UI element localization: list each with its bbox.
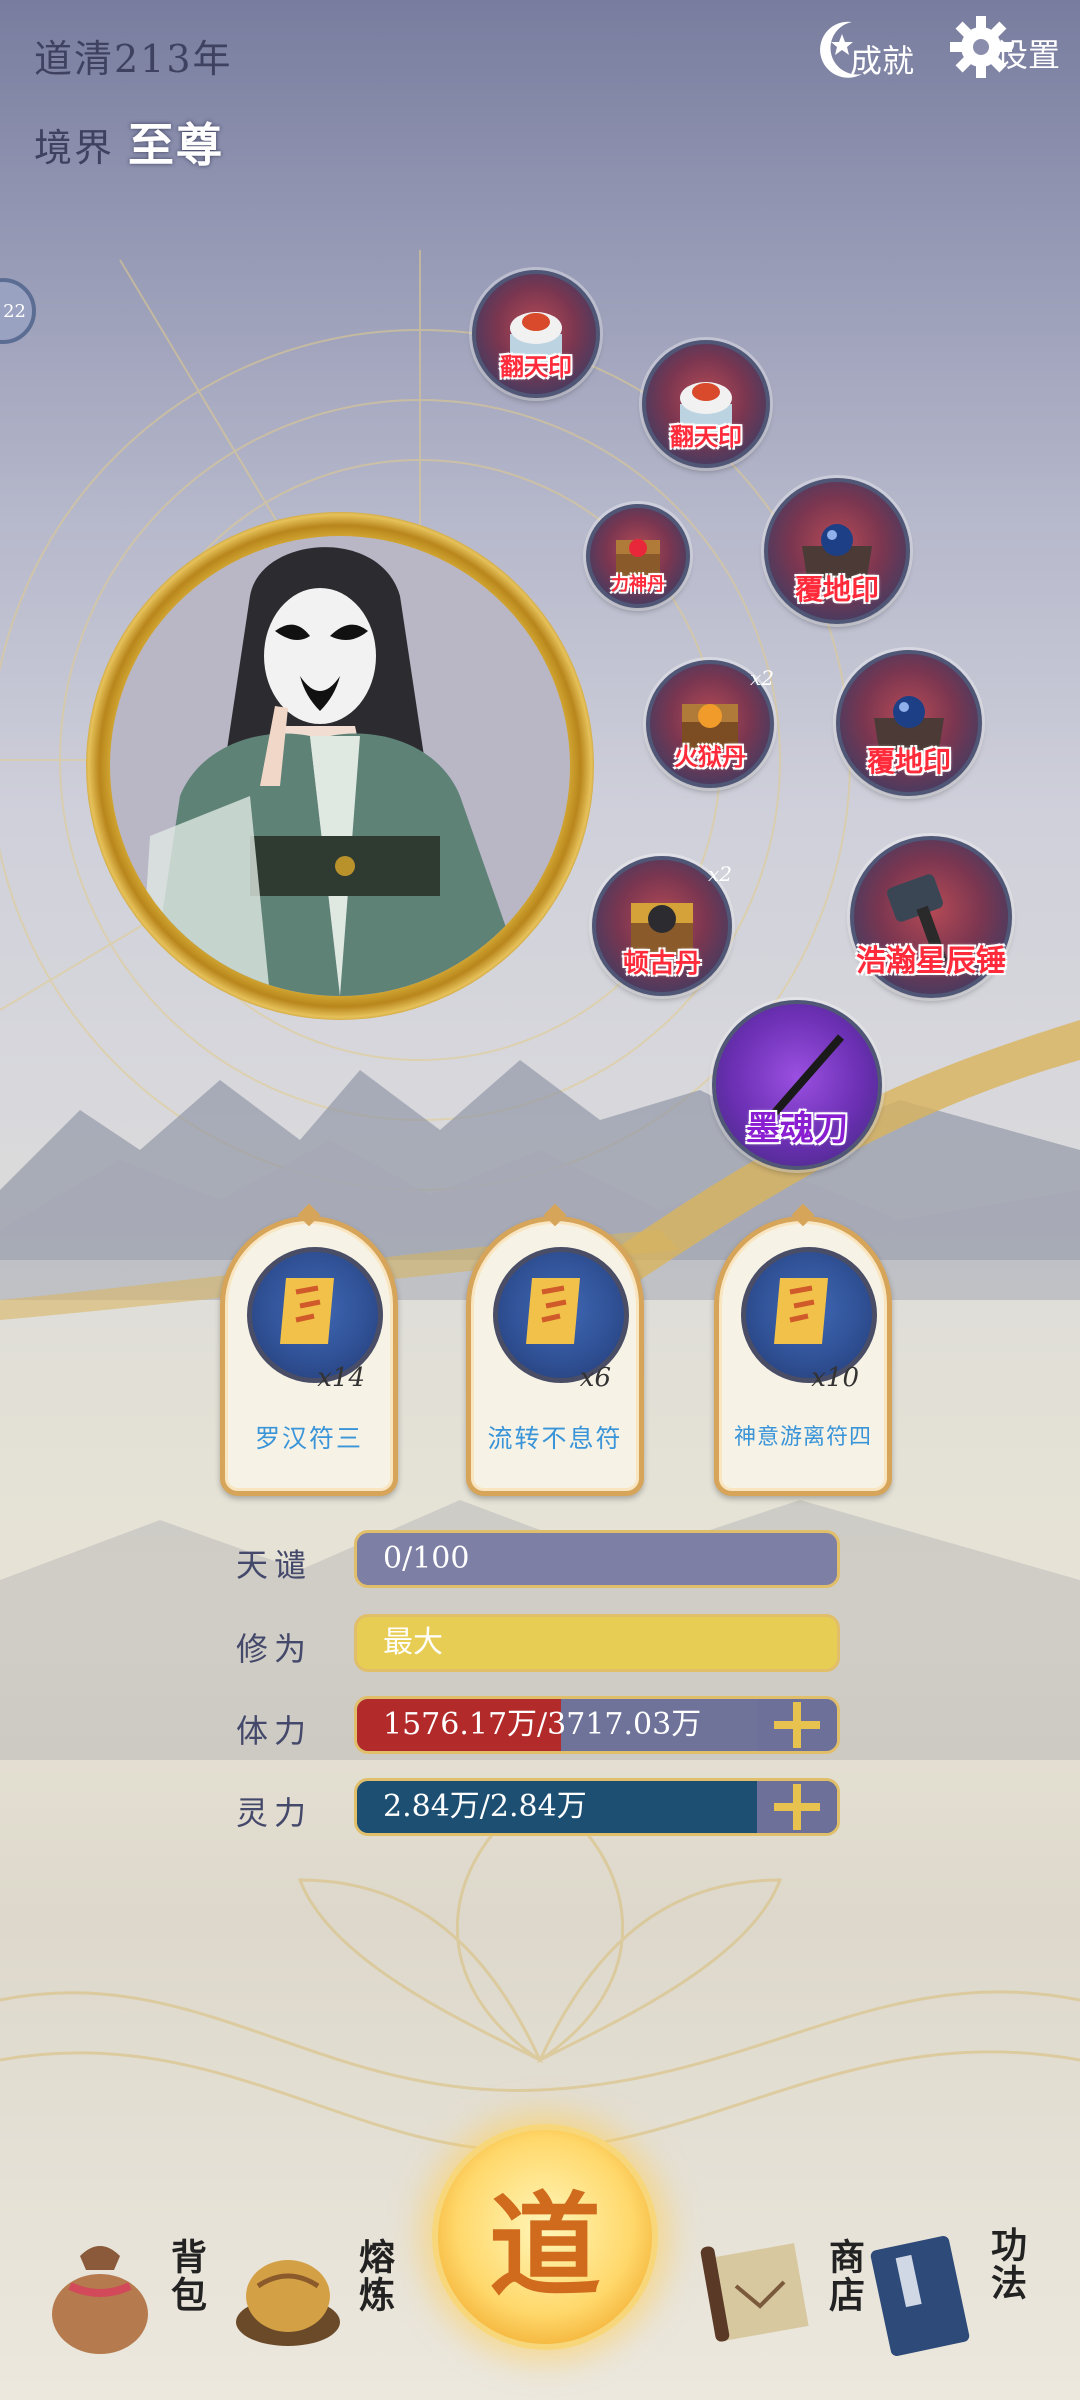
equipment-item-fantian-seal-2[interactable]: 翻天印	[642, 340, 770, 468]
realm-row: 境界 至尊	[34, 109, 233, 175]
tili-bar: 1576.17万/3717.03万	[354, 1696, 840, 1754]
equipment-label: 覆地印	[866, 745, 951, 778]
talisman-card-1[interactable]: x14 罗汉符三	[220, 1203, 398, 1496]
equipment-item-huoyu-pill[interactable]: x2 火狱丹	[646, 660, 774, 788]
equipment-item-dungu-pill[interactable]: x2 顿古丹	[592, 856, 732, 996]
character-figure	[110, 536, 570, 996]
equipment-label: 覆地印	[794, 573, 879, 606]
equipment-item-mohun-blade[interactable]: 墨魂刀	[712, 1000, 882, 1170]
equipment-item-star-hammer[interactable]: 浩瀚星辰锤	[850, 836, 1012, 998]
equipment-label: 顿古丹	[622, 949, 701, 979]
nav-bag[interactable]: 背包	[40, 2226, 212, 2356]
nav-skills-label: 功法	[985, 2226, 1027, 2302]
item-count: x2	[749, 666, 774, 690]
dao-label: 道	[489, 2181, 601, 2312]
nav-refine[interactable]: 熔炼	[228, 2226, 400, 2356]
talisman-card-2[interactable]: x6 流转不息符	[466, 1203, 644, 1496]
achievements-label: 成就	[850, 42, 915, 80]
dao-button[interactable]: 道	[432, 2124, 658, 2350]
realm-value: 至尊	[128, 118, 225, 172]
nav-skills[interactable]: 功法	[860, 2226, 1032, 2356]
scroll-icon	[280, 1278, 334, 1344]
settings-button[interactable]: 设置	[948, 14, 1060, 80]
stat-label-xiuwei: 修为	[236, 1630, 313, 1668]
plus-icon	[774, 1784, 820, 1830]
talisman-card-3[interactable]: x10 神意游离符四	[714, 1203, 892, 1496]
equipment-label: 力神丹	[611, 574, 665, 595]
achievements-button[interactable]: 成就	[812, 14, 914, 86]
talisman-name: 神意游离符四	[733, 1425, 872, 1450]
lingli-value: 2.84万/2.84万	[383, 1789, 587, 1824]
map-scroll-icon	[700, 2243, 809, 2342]
nav-refine-label: 熔炼	[353, 2238, 395, 2314]
equipment-item-fudi-seal-2[interactable]: 覆地印	[836, 650, 982, 796]
nav-shop[interactable]: 商店	[700, 2226, 870, 2356]
talisman-name: 流转不息符	[487, 1424, 623, 1453]
equipment-item-fudi-seal-1[interactable]: 覆地印	[764, 478, 910, 624]
nav-bag-label: 背包	[165, 2238, 207, 2314]
xiuwei-value: 最大	[383, 1625, 443, 1660]
xiuwei-bar: 最大	[354, 1614, 840, 1672]
talisman-name: 罗汉符三	[254, 1424, 363, 1453]
lingli-bar: 2.84万/2.84万	[354, 1778, 840, 1836]
stat-label-tili: 体力	[236, 1712, 313, 1750]
refine-icon	[236, 2260, 340, 2346]
tili-value: 1576.17万/3717.03万	[383, 1707, 702, 1742]
talisman-count: x14	[317, 1363, 365, 1393]
equipment-label: 浩瀚星辰锤	[856, 944, 1006, 979]
tili-add-button[interactable]	[757, 1699, 837, 1751]
scroll-icon	[774, 1278, 828, 1344]
equipment-label: 翻天印	[500, 352, 572, 381]
plus-icon	[774, 1702, 820, 1748]
stat-label-tianqian: 天谴	[236, 1546, 313, 1584]
equipment-item-fantian-seal-1[interactable]: 翻天印	[472, 270, 600, 398]
header-info: 道清213年 境界 至尊	[34, 28, 233, 175]
era-year: 道清213年	[34, 37, 233, 81]
talisman-count: x6	[579, 1363, 611, 1393]
tianqian-value: 0/100	[383, 1541, 470, 1576]
stat-label-lingli: 灵力	[236, 1794, 313, 1832]
equipment-item-lishen-pill[interactable]: 力神丹	[586, 504, 690, 608]
item-count: x2	[707, 862, 732, 886]
bag-icon	[52, 2246, 148, 2354]
book-icon	[870, 2235, 970, 2356]
settings-label: 设置	[996, 36, 1061, 74]
lingli-add-button[interactable]	[757, 1781, 837, 1833]
character-portrait[interactable]	[110, 536, 570, 996]
realm-label: 境界	[34, 126, 115, 170]
talisman-count: x10	[811, 1363, 859, 1393]
equipment-label: 火狱丹	[674, 742, 746, 771]
tianqian-bar: 0/100	[354, 1530, 840, 1588]
equipment-label: 翻天印	[670, 422, 742, 451]
scroll-icon	[526, 1278, 580, 1344]
equipment-label: 墨魂刀	[746, 1109, 848, 1149]
